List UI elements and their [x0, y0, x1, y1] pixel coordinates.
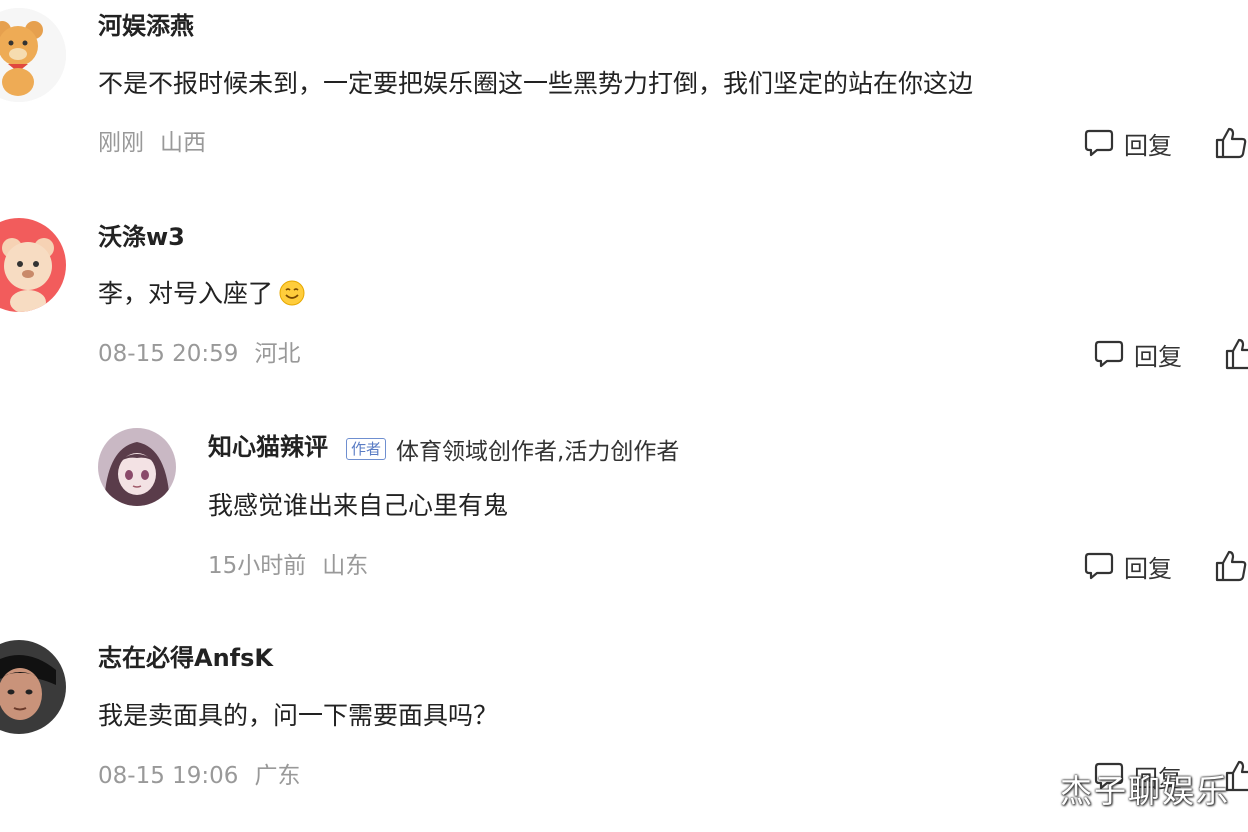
comment-meta: 08-15 19:06 广东	[98, 761, 300, 791]
username[interactable]: 知心猫辣评	[208, 432, 328, 462]
creator-description: 体育领域创作者,活力创作者	[396, 439, 680, 465]
comment-bubble-icon	[1084, 129, 1114, 157]
comment-text: 我是卖面具的，问一下需要面具吗？	[98, 701, 499, 730]
comment-time: 08-15 19:06	[98, 763, 239, 789]
comment-time: 刚刚	[98, 130, 144, 156]
like-button[interactable]	[1214, 126, 1248, 160]
comment-time: 08-15 20:59	[98, 341, 239, 367]
author-tag: 作者	[346, 438, 387, 460]
comment-bubble-icon	[1094, 340, 1124, 368]
smile-emoji-icon	[279, 280, 305, 306]
reply-button[interactable]: 回复	[1094, 337, 1182, 371]
avatar[interactable]	[0, 640, 66, 734]
like-button[interactable]	[1214, 549, 1248, 583]
comment-text: 李，对号入座了	[98, 277, 305, 311]
comment-meta: 08-15 20:59 河北	[98, 339, 300, 369]
like-button[interactable]	[1224, 337, 1248, 371]
username[interactable]: 志在必得AnfsK	[98, 643, 273, 673]
comment-location: 广东	[254, 763, 301, 789]
reply-label: 回复	[1124, 554, 1172, 583]
avatar[interactable]	[0, 8, 66, 102]
username[interactable]: 河娱添燕	[98, 11, 194, 41]
comment-time: 15小时前	[208, 553, 307, 579]
reply-button[interactable]: 回复	[1084, 549, 1172, 583]
comment-location: 山东	[322, 553, 369, 579]
watermark: 杰子聊娱乐	[1059, 772, 1230, 810]
avatar[interactable]	[0, 218, 66, 312]
thumbs-up-icon	[1215, 127, 1247, 159]
comment-meta: 15小时前 山东	[208, 551, 368, 581]
author-badge: 作者 体育领域创作者,活力创作者	[346, 432, 679, 466]
reply-label: 回复	[1124, 131, 1172, 160]
comment-bubble-icon	[1084, 552, 1114, 580]
avatar[interactable]	[98, 428, 176, 506]
comment-text-content: 李，对号入座了	[98, 279, 274, 308]
comment-location: 山西	[160, 130, 206, 156]
reply-label: 回复	[1134, 342, 1182, 371]
comment-text: 我感觉谁出来自己心里有鬼	[208, 491, 509, 520]
thumbs-up-icon	[1215, 550, 1247, 582]
comment-meta: 刚刚 山西	[98, 128, 206, 158]
comment-location: 河北	[254, 341, 301, 367]
comment-text: 不是不报时候未到，一定要把娱乐圈这一些黑势力打倒，我们坚定的站在你这边	[98, 69, 974, 98]
thumbs-up-icon	[1225, 338, 1248, 370]
username[interactable]: 沃涤w3	[98, 222, 185, 252]
reply-button[interactable]: 回复	[1084, 126, 1172, 160]
